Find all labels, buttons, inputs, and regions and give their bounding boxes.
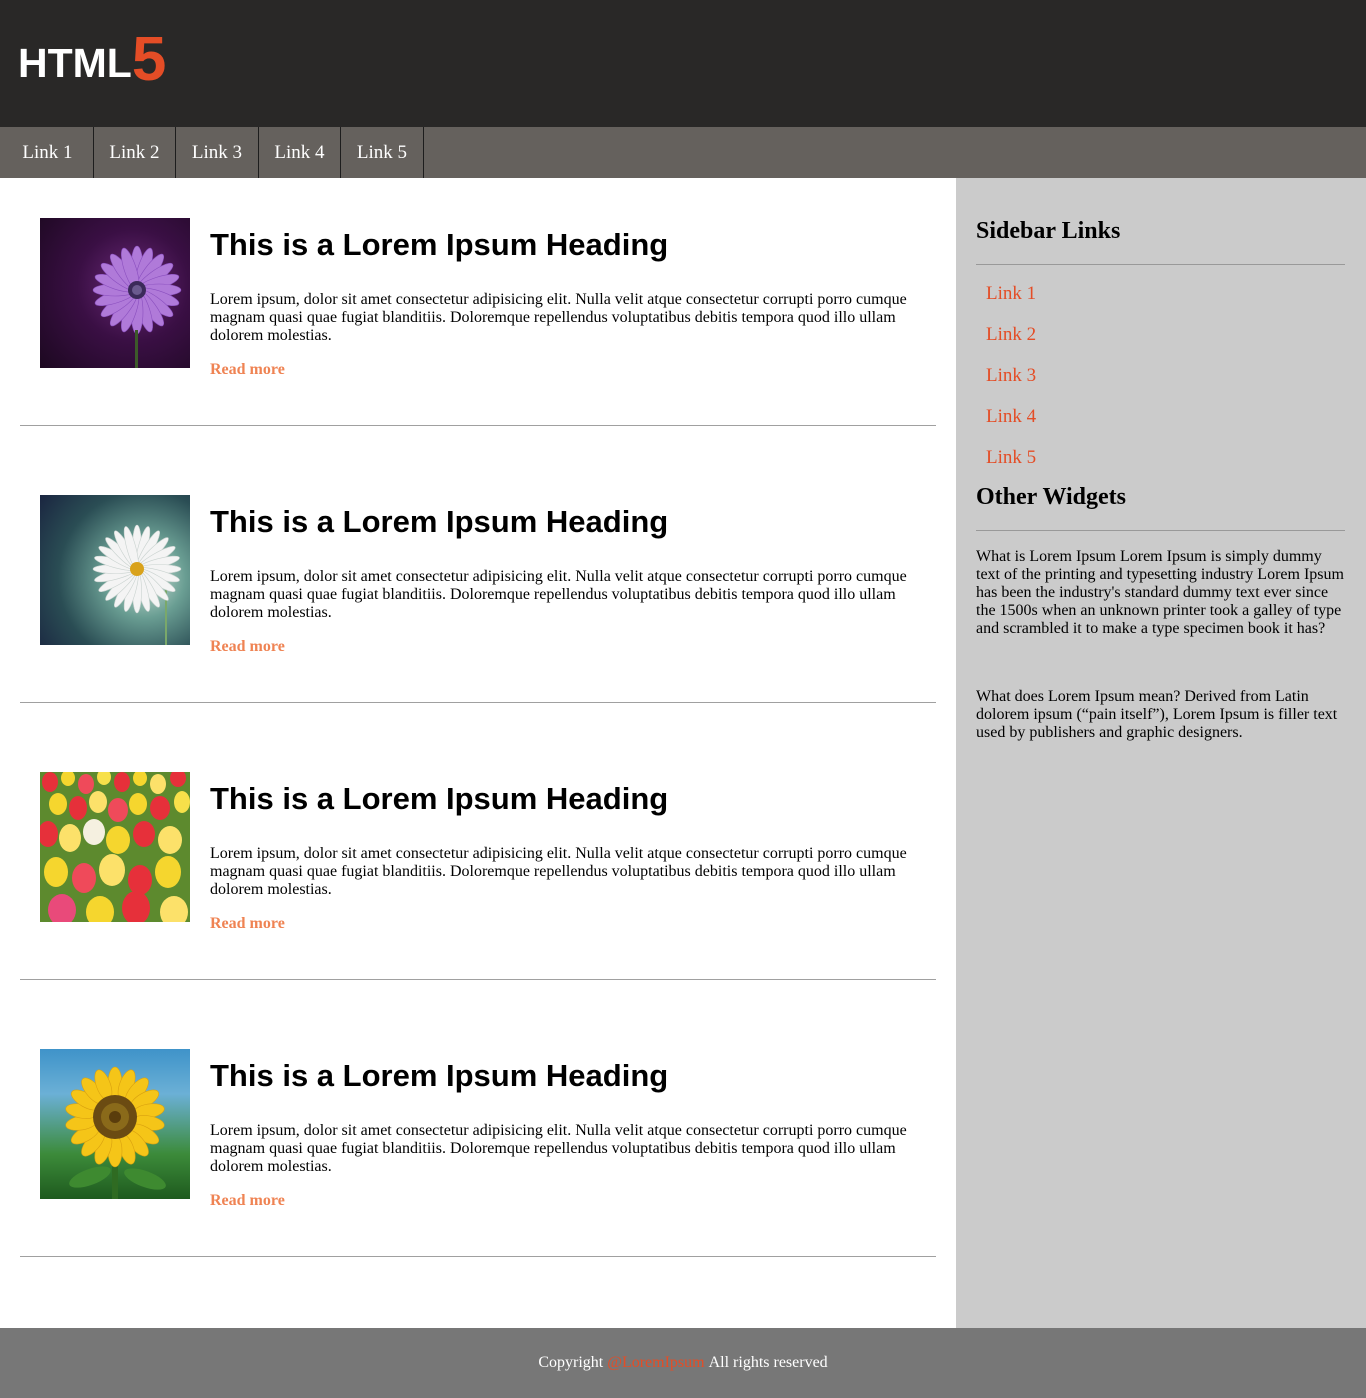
divider [20,1256,936,1257]
sidebar-link-2[interactable]: Link 2 [976,324,1036,345]
sidebar-link-1[interactable]: Link 1 [976,283,1036,304]
article-text: Lorem ipsum, dolor sit amet consectetur … [210,568,907,621]
daisy-image [40,495,190,645]
divider [20,425,936,426]
logo-number: 5 [131,25,167,94]
read-more-link[interactable]: Read more [210,638,285,656]
read-more-link[interactable]: Read more [210,1192,285,1210]
article-text: Lorem ipsum, dolor sit amet consectetur … [210,1122,907,1175]
article-title: This is a Lorem Ipsum Heading [210,227,669,262]
article-title: This is a Lorem Ipsum Heading [210,1058,669,1093]
content-wrapper: This is a Lorem Ipsum Heading Lorem ipsu… [0,178,1366,1328]
nav-link-4[interactable]: Link 4 [259,127,341,178]
logo-text: HTML [18,40,132,86]
nav-link-5[interactable]: Link 5 [341,127,424,178]
nav-link-3[interactable]: Link 3 [176,127,259,178]
widget-paragraph-2: What does Lorem Ipsum mean? Derived from… [976,688,1338,741]
copyright-prefix: Copyright [538,1354,604,1371]
sidebar-link-list: Link 1 Link 2 Link 3 Link 4 Link 5 [976,265,1345,482]
sidebar-link-4[interactable]: Link 4 [976,406,1036,427]
site-header: HTML 5 [0,0,1366,127]
read-more-link[interactable]: Read more [210,361,285,379]
nav-link-1[interactable]: Link 1 [0,127,94,178]
purple-flower-image [40,218,190,368]
article-body: This is a Lorem Ipsum Heading Lorem ipsu… [210,495,916,702]
sidebar-link-item: Link 4 [976,400,1345,441]
widget-paragraph-1: What is Lorem Ipsum Lorem Ipsum is simpl… [976,548,1344,637]
sidebar: Sidebar Links Link 1 Link 2 Link 3 Link … [956,178,1366,1328]
article-body: This is a Lorem Ipsum Heading Lorem ipsu… [210,1049,916,1256]
article-title: This is a Lorem Ipsum Heading [210,504,669,539]
logo[interactable]: HTML 5 [18,29,166,91]
sidebar-link-5[interactable]: Link 5 [976,447,1036,468]
article: This is a Lorem Ipsum Heading Lorem ipsu… [20,495,936,702]
article: This is a Lorem Ipsum Heading Lorem ipsu… [20,772,936,979]
sunflower-image [40,1049,190,1199]
top-nav: Link 1 Link 2 Link 3 Link 4 Link 5 [0,127,1366,178]
sidebar-link-item: Link 1 [976,277,1345,318]
article: This is a Lorem Ipsum Heading Lorem ipsu… [20,218,936,425]
article-body: This is a Lorem Ipsum Heading Lorem ipsu… [210,772,916,979]
site-footer: Copyright @LoremIpsum All rights reserve… [0,1328,1366,1398]
divider [20,702,936,703]
sidebar-link-3[interactable]: Link 3 [976,365,1036,386]
sidebar-link-item: Link 2 [976,318,1345,359]
sidebar-links-title: Sidebar Links [976,216,1345,265]
nav-link-2[interactable]: Link 2 [94,127,176,178]
article-title: This is a Lorem Ipsum Heading [210,781,669,816]
article-text: Lorem ipsum, dolor sit amet consectetur … [210,845,907,898]
divider [20,979,936,980]
main-content: This is a Lorem Ipsum Heading Lorem ipsu… [0,178,956,1328]
tulips-image [40,772,190,922]
copyright-suffix: All rights reserved [708,1354,828,1371]
article-body: This is a Lorem Ipsum Heading Lorem ipsu… [210,218,916,425]
sidebar-link-item: Link 5 [976,441,1345,482]
footer-brand-link[interactable]: @LoremIpsum [607,1354,704,1372]
read-more-link[interactable]: Read more [210,915,285,933]
other-widgets-title: Other Widgets [976,482,1345,531]
article: This is a Lorem Ipsum Heading Lorem ipsu… [20,1049,936,1256]
sidebar-link-item: Link 3 [976,359,1345,400]
article-text: Lorem ipsum, dolor sit amet consectetur … [210,291,907,344]
